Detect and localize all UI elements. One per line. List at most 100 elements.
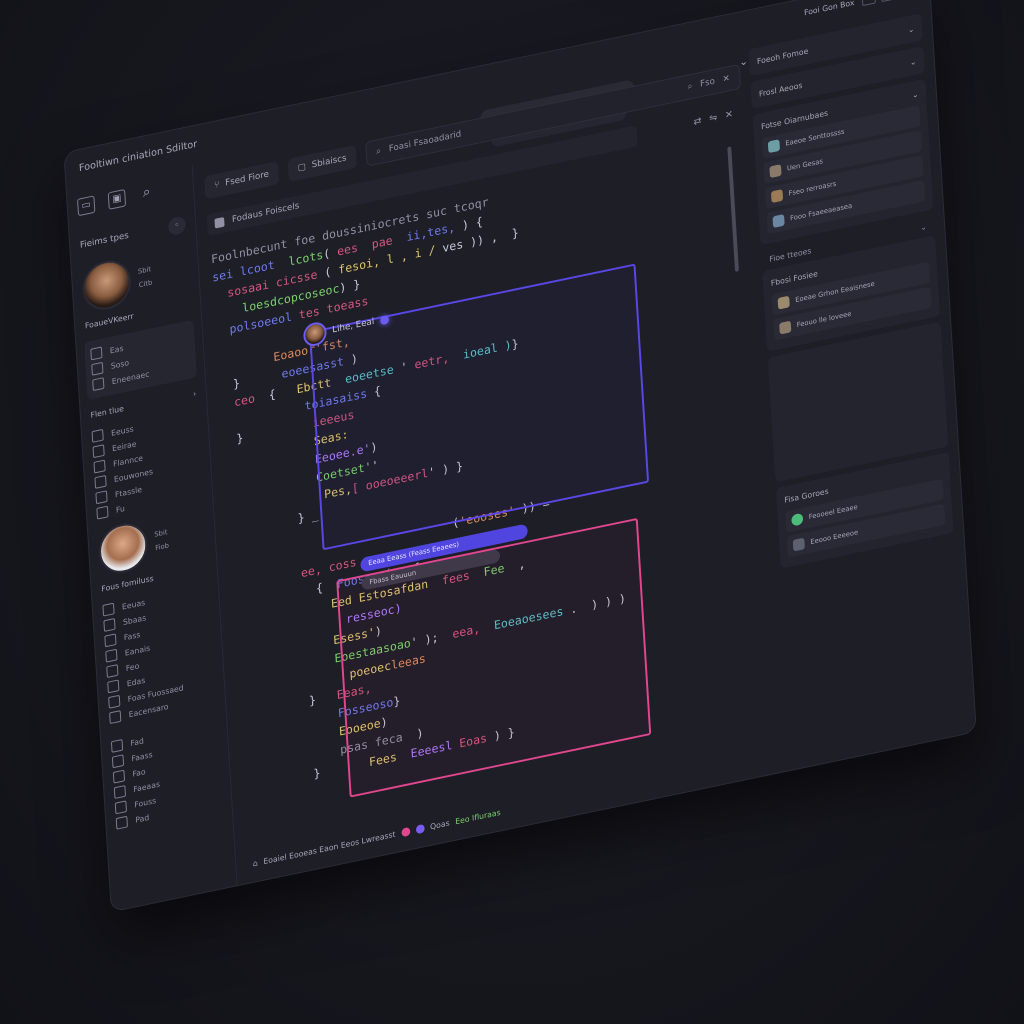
sidebar-list-3: Fad Faass Fao Faeaas Fouss Pad [101, 714, 232, 836]
code-editor: ⑂ Fsed Fiore ▢ Sbiaiscs ⌕ Foasi Fsaoadar… [192, 51, 784, 885]
list-item-label: Eeuas [121, 597, 146, 612]
list-item-label: Feooeel Eeaee [808, 503, 858, 522]
square-icon: ▢ [297, 162, 307, 174]
list-item-label: Eeuss [110, 424, 134, 438]
list-item-label: Eeooo Eeeeoe [810, 528, 859, 546]
collapse-label: Flen tlue [90, 404, 125, 420]
purple-user-dot-icon [415, 823, 425, 834]
user-meta: Citb [138, 278, 153, 290]
list-item-label: Fseo rerroasrs [788, 179, 837, 198]
avatar [97, 519, 149, 578]
options-icon[interactable]: ◦ [167, 215, 187, 237]
list-item-label: Faass [131, 749, 153, 763]
file-icon [112, 769, 126, 784]
file-icon [105, 648, 118, 663]
pink-user-dot-icon [400, 826, 411, 837]
thumbnail [792, 537, 805, 552]
list-item-label: Fouss [134, 795, 157, 809]
thumbnail [777, 295, 790, 310]
files-label: Fieims tpes [79, 231, 130, 251]
diff-icon[interactable]: ⇋ [709, 112, 718, 124]
list-item-label: Fass [123, 629, 141, 642]
file-icon [95, 490, 108, 505]
file-icon [107, 679, 120, 694]
file-icon [103, 618, 116, 632]
close-icon[interactable]: ✕ [725, 109, 734, 121]
grid-icon[interactable]: ▣ [107, 188, 127, 210]
status-icon: ⌂ [252, 858, 258, 868]
list-item-label: Feouo lle loveee [796, 309, 852, 330]
thumbnail [769, 164, 782, 179]
list-item-label: Uen Gesas [786, 157, 824, 173]
file-icon [111, 754, 125, 769]
list-item-label: Feo [125, 661, 140, 673]
right-panel: Foeoh Fomoe ⌄ Frosl Aeoos ⌄ Fotse Oiarnuba… [748, 13, 965, 759]
sidebar-item-label: Eneenaec [111, 369, 150, 386]
layout-icon[interactable]: ▢ [880, 0, 896, 3]
chevron-right-icon: › [192, 389, 197, 399]
list-item-label: Pad [135, 812, 150, 825]
presence-dot-icon [379, 314, 389, 325]
tab-label: Fsed Fiore [224, 169, 270, 189]
section-title: Frosl Aeoos [758, 80, 803, 99]
search-term: Fso [699, 76, 716, 90]
user-meta: Fiob [155, 541, 170, 553]
breadcrumb-label: Fodaus Foiscels [231, 201, 300, 225]
list-item-label: Sbaas [122, 613, 147, 627]
avatar [302, 320, 328, 349]
folder-icon [91, 361, 104, 376]
avatar [81, 256, 133, 315]
list-item-label: Fooo Fsaeeaeasea [789, 201, 853, 223]
file-icon [106, 664, 119, 678]
list-item-label: Fu [115, 503, 126, 515]
file-icon [115, 815, 128, 830]
thumbnail [772, 214, 785, 228]
chevron-down-icon: ⌄ [920, 222, 928, 233]
sidebar-item-label: Soso [110, 357, 130, 371]
file-icon [102, 602, 115, 617]
file-icon [91, 428, 104, 443]
tab-secondary[interactable]: ▢ Sbiaiscs [287, 144, 357, 183]
section-title: Foeoh Fomoe [756, 46, 809, 66]
file-icon [110, 738, 124, 753]
file-icon [90, 346, 103, 361]
section-title: Fbosi Fosiee [770, 268, 819, 288]
window-frame: Fooltiwn ciniation Sdiltor Fooi Gon Box … [63, 0, 977, 913]
thumbnail [779, 320, 792, 335]
list-item-label: Eaeoe Sonttossss [785, 127, 845, 148]
branch-icon: ⑂ [214, 180, 220, 191]
file-icon [94, 474, 107, 489]
sidebar-list-2: Eeuas Sbaas Fass Eanais Feo Edas Foas Fu… [93, 577, 226, 730]
filter-icon[interactable]: ≡ [861, 0, 876, 7]
search-icon[interactable]: ⌕ [138, 183, 154, 202]
thumbnail [791, 512, 804, 527]
user-icon [92, 377, 105, 392]
file-icon [108, 694, 121, 709]
window-controls: ≡ ▢ [861, 0, 920, 7]
file-icon [214, 216, 225, 229]
panel-icon[interactable]: ▭ [77, 195, 96, 217]
search-icon: ⌕ [376, 146, 382, 157]
tab-file[interactable]: ⑂ Fsed Fiore [203, 161, 280, 200]
tab-label: Sbiaiscs [311, 153, 347, 171]
scene-background: Fooltiwn ciniation Sdiltor Fooi Gon Box … [0, 0, 1024, 1024]
file-icon [109, 710, 122, 725]
thumbnail [767, 139, 781, 154]
file-icon [96, 505, 109, 520]
file-icon [92, 444, 105, 459]
status-value: Eeo Ifluraas [455, 807, 501, 826]
chevron-down-icon[interactable]: ⌄ [912, 89, 919, 99]
file-icon [114, 800, 127, 815]
status-value: Qoas [429, 818, 450, 831]
close-icon[interactable]: ✕ [722, 74, 730, 85]
file-icon [93, 459, 106, 474]
search-icon: ⌕ [687, 81, 693, 93]
editor-window: Fooltiwn ciniation Sdiltor Fooi Gon Box … [0, 0, 1006, 963]
list-item-label: Fad [130, 736, 145, 748]
split-icon[interactable]: ⇄ [693, 116, 702, 128]
list-item-label: Edas [126, 675, 146, 688]
chevron-down-icon: ⌄ [907, 24, 915, 35]
chevron-down-icon: ⌄ [909, 56, 917, 67]
file-icon [113, 785, 127, 799]
sidebar-item-label: Eas [109, 343, 124, 355]
